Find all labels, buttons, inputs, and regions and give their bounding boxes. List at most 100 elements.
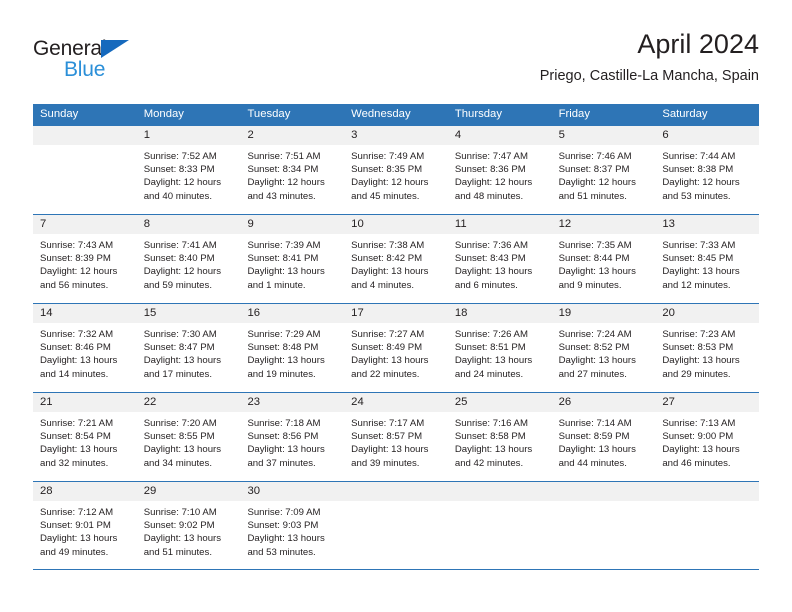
day-cell-7[interactable]: 7 Sunrise: 7:43 AM Sunset: 8:39 PM Daylight… — [33, 215, 137, 303]
day-cell-22[interactable]: 22 Sunrise: 7:20 AM Sunset: 8:55 PM Dayligh… — [136, 393, 241, 481]
day-detail-line: Sunrise: 7:44 AM — [662, 151, 736, 162]
day-detail-line: and 24 minutes. — [454, 368, 524, 380]
day-detail-line: Sunrise: 7:20 AM — [143, 418, 217, 429]
day-number: 8 — [136, 215, 241, 234]
day-detail-line: Daylight: 12 hours — [454, 177, 533, 189]
day-cell-empty — [551, 482, 656, 569]
day-detail-line: and 56 minutes. — [40, 279, 109, 291]
day-cell-17[interactable]: 17 Sunrise: 7:27 AM Sunset: 8:49 PM Dayligh… — [344, 304, 448, 392]
day-cell-23[interactable]: 23 Sunrise: 7:18 AM Sunset: 8:56 PM Dayligh… — [240, 393, 345, 481]
day-cell-15[interactable]: 15 Sunrise: 7:30 AM Sunset: 8:47 PM Dayligh… — [136, 304, 241, 392]
day-detail-line: Sunrise: 7:12 AM — [40, 507, 114, 518]
day-detail-line: Daylight: 12 hours — [40, 266, 118, 278]
day-number: 1 — [136, 126, 241, 145]
day-detail-line: Daylight: 12 hours — [247, 177, 325, 189]
day-number: 13 — [655, 215, 760, 234]
day-detail-line: Sunset: 8:53 PM — [662, 342, 734, 354]
day-detail-line: and 51 minutes. — [143, 546, 212, 558]
day-detail-line: Sunrise: 7:35 AM — [558, 240, 632, 251]
day-detail-line: Sunrise: 7:17 AM — [351, 418, 425, 429]
day-detail-line: and 43 minutes. — [247, 190, 316, 202]
generalblue-logo[interactable]: General Blue — [33, 28, 173, 84]
day-detail-line: Sunrise: 7:13 AM — [662, 418, 736, 429]
day-cell-12[interactable]: 12 Sunrise: 7:35 AM Sunset: 8:44 PM Dayligh… — [551, 215, 656, 303]
day-detail-line: Daylight: 13 hours — [351, 266, 429, 278]
day-cell-30[interactable]: 30 Sunrise: 7:09 AM Sunset: 9:03 PM Dayligh… — [240, 482, 345, 569]
day-cell-10[interactable]: 10 Sunrise: 7:38 AM Sunset: 8:42 PM Dayligh… — [344, 215, 448, 303]
day-detail-line: Sunrise: 7:32 AM — [40, 329, 114, 340]
day-cell-21[interactable]: 21 Sunrise: 7:21 AM Sunset: 8:54 PM Dayligh… — [33, 393, 137, 481]
day-details — [552, 501, 656, 506]
day-detail-line: Sunrise: 7:36 AM — [454, 240, 528, 251]
day-details: Sunrise: 7:41 AM Sunset: 8:40 PM Daylight:… — [137, 234, 241, 292]
calendar-week-row: 7 Sunrise: 7:43 AM Sunset: 8:39 PM Daylight… — [33, 214, 760, 303]
day-details: Sunrise: 7:44 AM Sunset: 8:38 PM Daylight:… — [655, 145, 759, 203]
day-cell-6[interactable]: 6 Sunrise: 7:44 AM Sunset: 8:38 PM Daylight… — [655, 126, 760, 214]
day-cell-26[interactable]: 26 Sunrise: 7:14 AM Sunset: 8:59 PM Dayligh… — [551, 393, 656, 481]
day-detail-line: and 29 minutes. — [662, 368, 731, 380]
day-number — [344, 482, 448, 501]
day-cell-28[interactable]: 28 Sunrise: 7:12 AM Sunset: 9:01 PM Dayligh… — [33, 482, 137, 569]
day-cell-4[interactable]: 4 Sunrise: 7:47 AM Sunset: 8:36 PM Daylight… — [447, 126, 552, 214]
day-number: 27 — [655, 393, 760, 412]
day-detail-line: Sunrise: 7:23 AM — [662, 329, 736, 340]
day-detail-line: Sunset: 9:02 PM — [143, 520, 215, 532]
day-cell-16[interactable]: 16 Sunrise: 7:29 AM Sunset: 8:48 PM Dayligh… — [240, 304, 345, 392]
day-cell-14[interactable]: 14 Sunrise: 7:32 AM Sunset: 8:46 PM Dayligh… — [33, 304, 137, 392]
day-cell-2[interactable]: 2 Sunrise: 7:51 AM Sunset: 8:34 PM Daylight… — [240, 126, 345, 214]
day-cell-11[interactable]: 11 Sunrise: 7:36 AM Sunset: 8:43 PM Dayligh… — [447, 215, 552, 303]
day-detail-line: Daylight: 13 hours — [143, 355, 222, 367]
calendar-weeks: 1 Sunrise: 7:52 AM Sunset: 8:33 PM Daylight… — [33, 125, 760, 570]
day-cell-25[interactable]: 25 Sunrise: 7:16 AM Sunset: 8:58 PM Dayligh… — [447, 393, 552, 481]
day-cell-3[interactable]: 3 Sunrise: 7:49 AM Sunset: 8:35 PM Daylight… — [344, 126, 448, 214]
day-details: Sunrise: 7:43 AM Sunset: 8:39 PM Daylight:… — [33, 234, 137, 292]
day-detail-line: Sunset: 8:52 PM — [558, 342, 630, 354]
day-detail-line: Sunrise: 7:21 AM — [40, 418, 114, 429]
day-detail-line: Daylight: 13 hours — [662, 266, 740, 278]
day-detail-line: Sunrise: 7:09 AM — [247, 507, 321, 518]
day-detail-line: Sunset: 8:38 PM — [662, 164, 734, 176]
day-details: Sunrise: 7:47 AM Sunset: 8:36 PM Daylight:… — [448, 145, 552, 203]
day-cell-27[interactable]: 27 Sunrise: 7:13 AM Sunset: 9:00 PM Dayligh… — [655, 393, 760, 481]
day-cell-20[interactable]: 20 Sunrise: 7:23 AM Sunset: 8:53 PM Dayligh… — [655, 304, 760, 392]
day-cell-1[interactable]: 1 Sunrise: 7:52 AM Sunset: 8:33 PM Daylight… — [136, 126, 241, 214]
day-detail-line: and 6 minutes. — [454, 279, 518, 291]
day-cell-24[interactable]: 24 Sunrise: 7:17 AM Sunset: 8:57 PM Dayligh… — [344, 393, 448, 481]
page-title: April 2024 — [637, 29, 759, 59]
day-details: Sunrise: 7:52 AM Sunset: 8:33 PM Daylight:… — [137, 145, 241, 203]
day-cell-18[interactable]: 18 Sunrise: 7:26 AM Sunset: 8:51 PM Dayligh… — [447, 304, 552, 392]
day-detail-line: and 45 minutes. — [351, 190, 420, 202]
day-detail-line: Sunrise: 7:10 AM — [143, 507, 217, 518]
weekday-header-friday: Friday — [558, 108, 590, 120]
day-details — [448, 501, 552, 506]
day-detail-line: Daylight: 13 hours — [558, 266, 636, 278]
day-details: Sunrise: 7:18 AM Sunset: 8:56 PM Daylight:… — [240, 412, 344, 470]
day-detail-line: Sunrise: 7:16 AM — [454, 418, 528, 429]
day-cell-8[interactable]: 8 Sunrise: 7:41 AM Sunset: 8:40 PM Daylight… — [136, 215, 241, 303]
day-details: Sunrise: 7:46 AM Sunset: 8:37 PM Daylight:… — [552, 145, 656, 203]
day-number: 10 — [344, 215, 448, 234]
day-number: 26 — [551, 393, 656, 412]
day-number: 3 — [344, 126, 448, 145]
day-cell-5[interactable]: 5 Sunrise: 7:46 AM Sunset: 8:37 PM Daylight… — [551, 126, 656, 214]
day-cell-13[interactable]: 13 Sunrise: 7:33 AM Sunset: 8:45 PM Dayligh… — [655, 215, 760, 303]
day-detail-line: Sunrise: 7:46 AM — [558, 151, 632, 162]
day-cell-19[interactable]: 19 Sunrise: 7:24 AM Sunset: 8:52 PM Dayligh… — [551, 304, 656, 392]
page-header: General Blue April 2024 Priego, Castille… — [33, 28, 759, 96]
day-cell-29[interactable]: 29 Sunrise: 7:10 AM Sunset: 9:02 PM Dayligh… — [136, 482, 241, 569]
day-detail-line: Sunrise: 7:14 AM — [558, 418, 632, 429]
day-detail-line: and 12 minutes. — [662, 279, 731, 291]
day-cell-9[interactable]: 9 Sunrise: 7:39 AM Sunset: 8:41 PM Daylight… — [240, 215, 345, 303]
day-number: 12 — [551, 215, 656, 234]
day-detail-line: Sunset: 8:43 PM — [454, 253, 526, 265]
day-detail-line: Sunrise: 7:38 AM — [351, 240, 425, 251]
day-detail-line: Sunset: 8:34 PM — [247, 164, 319, 176]
day-number: 21 — [33, 393, 137, 412]
day-detail-line: Sunrise: 7:24 AM — [558, 329, 632, 340]
day-details: Sunrise: 7:51 AM Sunset: 8:34 PM Daylight:… — [240, 145, 344, 203]
day-detail-line: and 1 minute. — [247, 279, 306, 291]
day-detail-line: Sunset: 8:37 PM — [558, 164, 630, 176]
day-number: 22 — [136, 393, 241, 412]
day-details: Sunrise: 7:17 AM Sunset: 8:57 PM Daylight:… — [344, 412, 448, 470]
day-detail-line: Sunrise: 7:41 AM — [143, 240, 217, 251]
